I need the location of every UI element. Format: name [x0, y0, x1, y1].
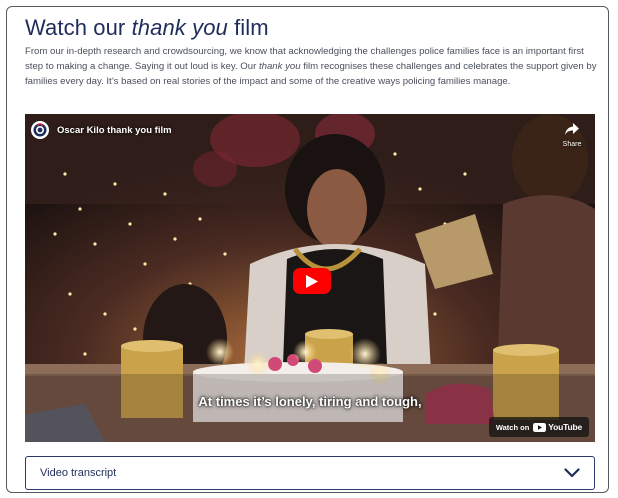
- intro-emphasis: thank you: [258, 61, 301, 73]
- title-suffix: film: [227, 15, 269, 40]
- title-emphasis: thank you: [131, 15, 228, 40]
- youtube-label: YouTube: [548, 422, 582, 432]
- youtube-logo-icon: YouTube: [533, 422, 582, 432]
- page-title: Watch our thank you film: [25, 15, 269, 41]
- video-title[interactable]: Oscar Kilo thank you film: [57, 125, 172, 136]
- play-icon: [306, 274, 318, 288]
- watch-on-youtube-button[interactable]: Watch on YouTube: [488, 417, 589, 437]
- intro-paragraph: From our in-depth research and crowdsour…: [25, 44, 597, 90]
- title-prefix: Watch our: [25, 15, 132, 40]
- share-icon: [565, 123, 579, 135]
- transcript-label: Video transcript: [40, 467, 117, 479]
- play-button[interactable]: [293, 268, 331, 294]
- share-label: Share: [562, 141, 582, 148]
- film-card: Watch our thank you film From our in-dep…: [6, 6, 609, 493]
- watch-on-label: Watch on: [495, 422, 530, 432]
- channel-logo-icon[interactable]: [31, 121, 49, 139]
- video-player[interactable]: Oscar Kilo thank you film Share At times…: [25, 114, 595, 442]
- chevron-down-icon: [564, 465, 580, 481]
- video-header: Oscar Kilo thank you film: [31, 120, 172, 140]
- video-caption: At times it’s lonely, tiring and tough,: [198, 394, 422, 409]
- share-button[interactable]: Share: [557, 122, 587, 148]
- video-transcript-toggle[interactable]: Video transcript: [25, 456, 595, 490]
